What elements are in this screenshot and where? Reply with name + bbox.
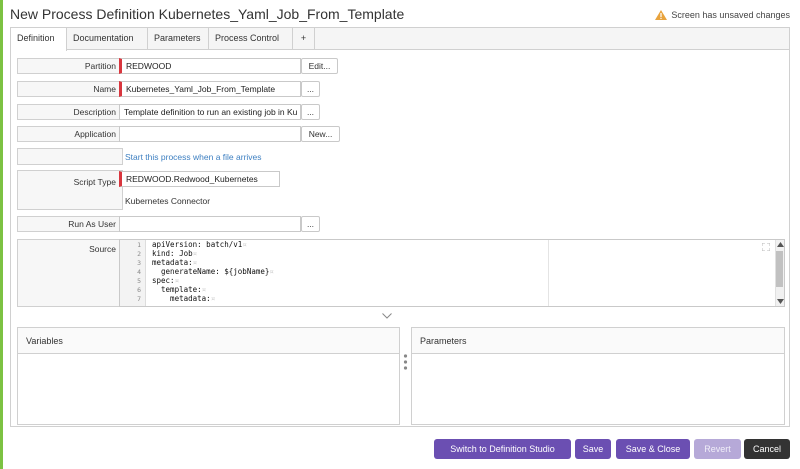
revert-button[interactable]: Revert (694, 439, 741, 459)
name-label: Name (17, 81, 123, 97)
left-accent-bar (0, 0, 3, 469)
parameters-pane: Parameters (411, 327, 785, 425)
line-number: 6 (137, 286, 141, 294)
title-bar: New Process Definition Kubernetes_Yaml_J… (10, 4, 790, 24)
tab-process-control[interactable]: Process Control (209, 28, 293, 50)
unsaved-text: Screen has unsaved changes (671, 10, 790, 20)
name-field[interactable]: Kubernetes_Yaml_Job_From_Template (119, 81, 301, 97)
cancel-button[interactable]: Cancel (744, 439, 790, 459)
file-event-link[interactable]: Start this process when a file arrives (125, 152, 262, 162)
connector-name: Kubernetes Connector (125, 196, 211, 206)
fullscreen-icon[interactable] (762, 243, 770, 251)
tab-documentation[interactable]: Documentation (67, 28, 148, 50)
scroll-thumb[interactable] (776, 251, 783, 287)
application-field[interactable] (119, 126, 301, 142)
tab-parameters[interactable]: Parameters (148, 28, 209, 50)
scroll-down-icon[interactable] (777, 299, 784, 304)
save-close-button[interactable]: Save & Close (616, 439, 690, 459)
name-more-button[interactable]: ... (301, 81, 320, 97)
code-line: metadata:¤ (152, 258, 198, 267)
page-title: New Process Definition Kubernetes_Yaml_J… (10, 6, 405, 22)
source-label: Source (17, 239, 123, 307)
scroll-up-icon[interactable] (777, 242, 784, 247)
line-number: 4 (137, 268, 141, 276)
unsaved-notice: Screen has unsaved changes (655, 10, 790, 20)
code-line: kind: Job¤ (152, 249, 198, 258)
code-line: generateName: ${jobName}¤ (152, 267, 274, 276)
source-code-editor[interactable]: 1 2 3 4 5 6 7 apiVersion: batch/v1¤ kind… (119, 239, 785, 307)
line-number: 2 (137, 250, 141, 258)
description-field[interactable]: Template definition to run an existing j… (119, 104, 301, 120)
line-number: 7 (137, 295, 141, 303)
save-button[interactable]: Save (575, 439, 611, 459)
partition-edit-button[interactable]: Edit... (301, 58, 338, 74)
description-label: Description (17, 104, 123, 120)
add-tab-button[interactable]: + (293, 28, 315, 50)
run-as-user-more-button[interactable]: ... (301, 216, 320, 232)
line-gutter: 1 2 3 4 5 6 7 (120, 240, 146, 306)
partition-label: Partition (17, 58, 123, 74)
parameters-header: Parameters (412, 328, 784, 354)
switch-to-studio-button[interactable]: Switch to Definition Studio (434, 439, 571, 459)
code-line: spec:¤ (152, 276, 180, 285)
code-line: apiVersion: batch/v1¤ (152, 240, 247, 249)
warning-icon (655, 10, 668, 20)
file-event-label (17, 148, 123, 165)
run-as-user-field[interactable] (119, 216, 301, 232)
tab-bar: Definition Documentation Parameters Proc… (11, 28, 789, 51)
tab-definition[interactable]: Definition (11, 28, 67, 51)
run-as-user-label: Run As User (17, 216, 123, 232)
variables-pane: Variables (17, 327, 400, 425)
description-more-button[interactable]: ... (301, 104, 320, 120)
print-margin (548, 240, 549, 306)
code-line: template:¤ (152, 285, 207, 294)
line-number: 3 (137, 259, 141, 267)
partition-field[interactable]: REDWOOD (119, 58, 301, 74)
splitter-grip-icon[interactable] (403, 353, 408, 371)
variables-header: Variables (18, 328, 399, 354)
script-type-field[interactable]: REDWOOD.Redwood_Kubernetes (119, 171, 280, 187)
line-number: 1 (137, 241, 141, 249)
chevron-down-icon[interactable] (382, 313, 392, 319)
application-label: Application (17, 126, 123, 142)
editor-scrollbar[interactable] (775, 240, 784, 306)
line-number: 5 (137, 277, 141, 285)
script-type-label: Script Type (17, 170, 123, 210)
code-line: metadata:¤ (152, 294, 216, 303)
definition-panel: Definition Documentation Parameters Proc… (10, 27, 790, 427)
application-new-button[interactable]: New... (301, 126, 340, 142)
